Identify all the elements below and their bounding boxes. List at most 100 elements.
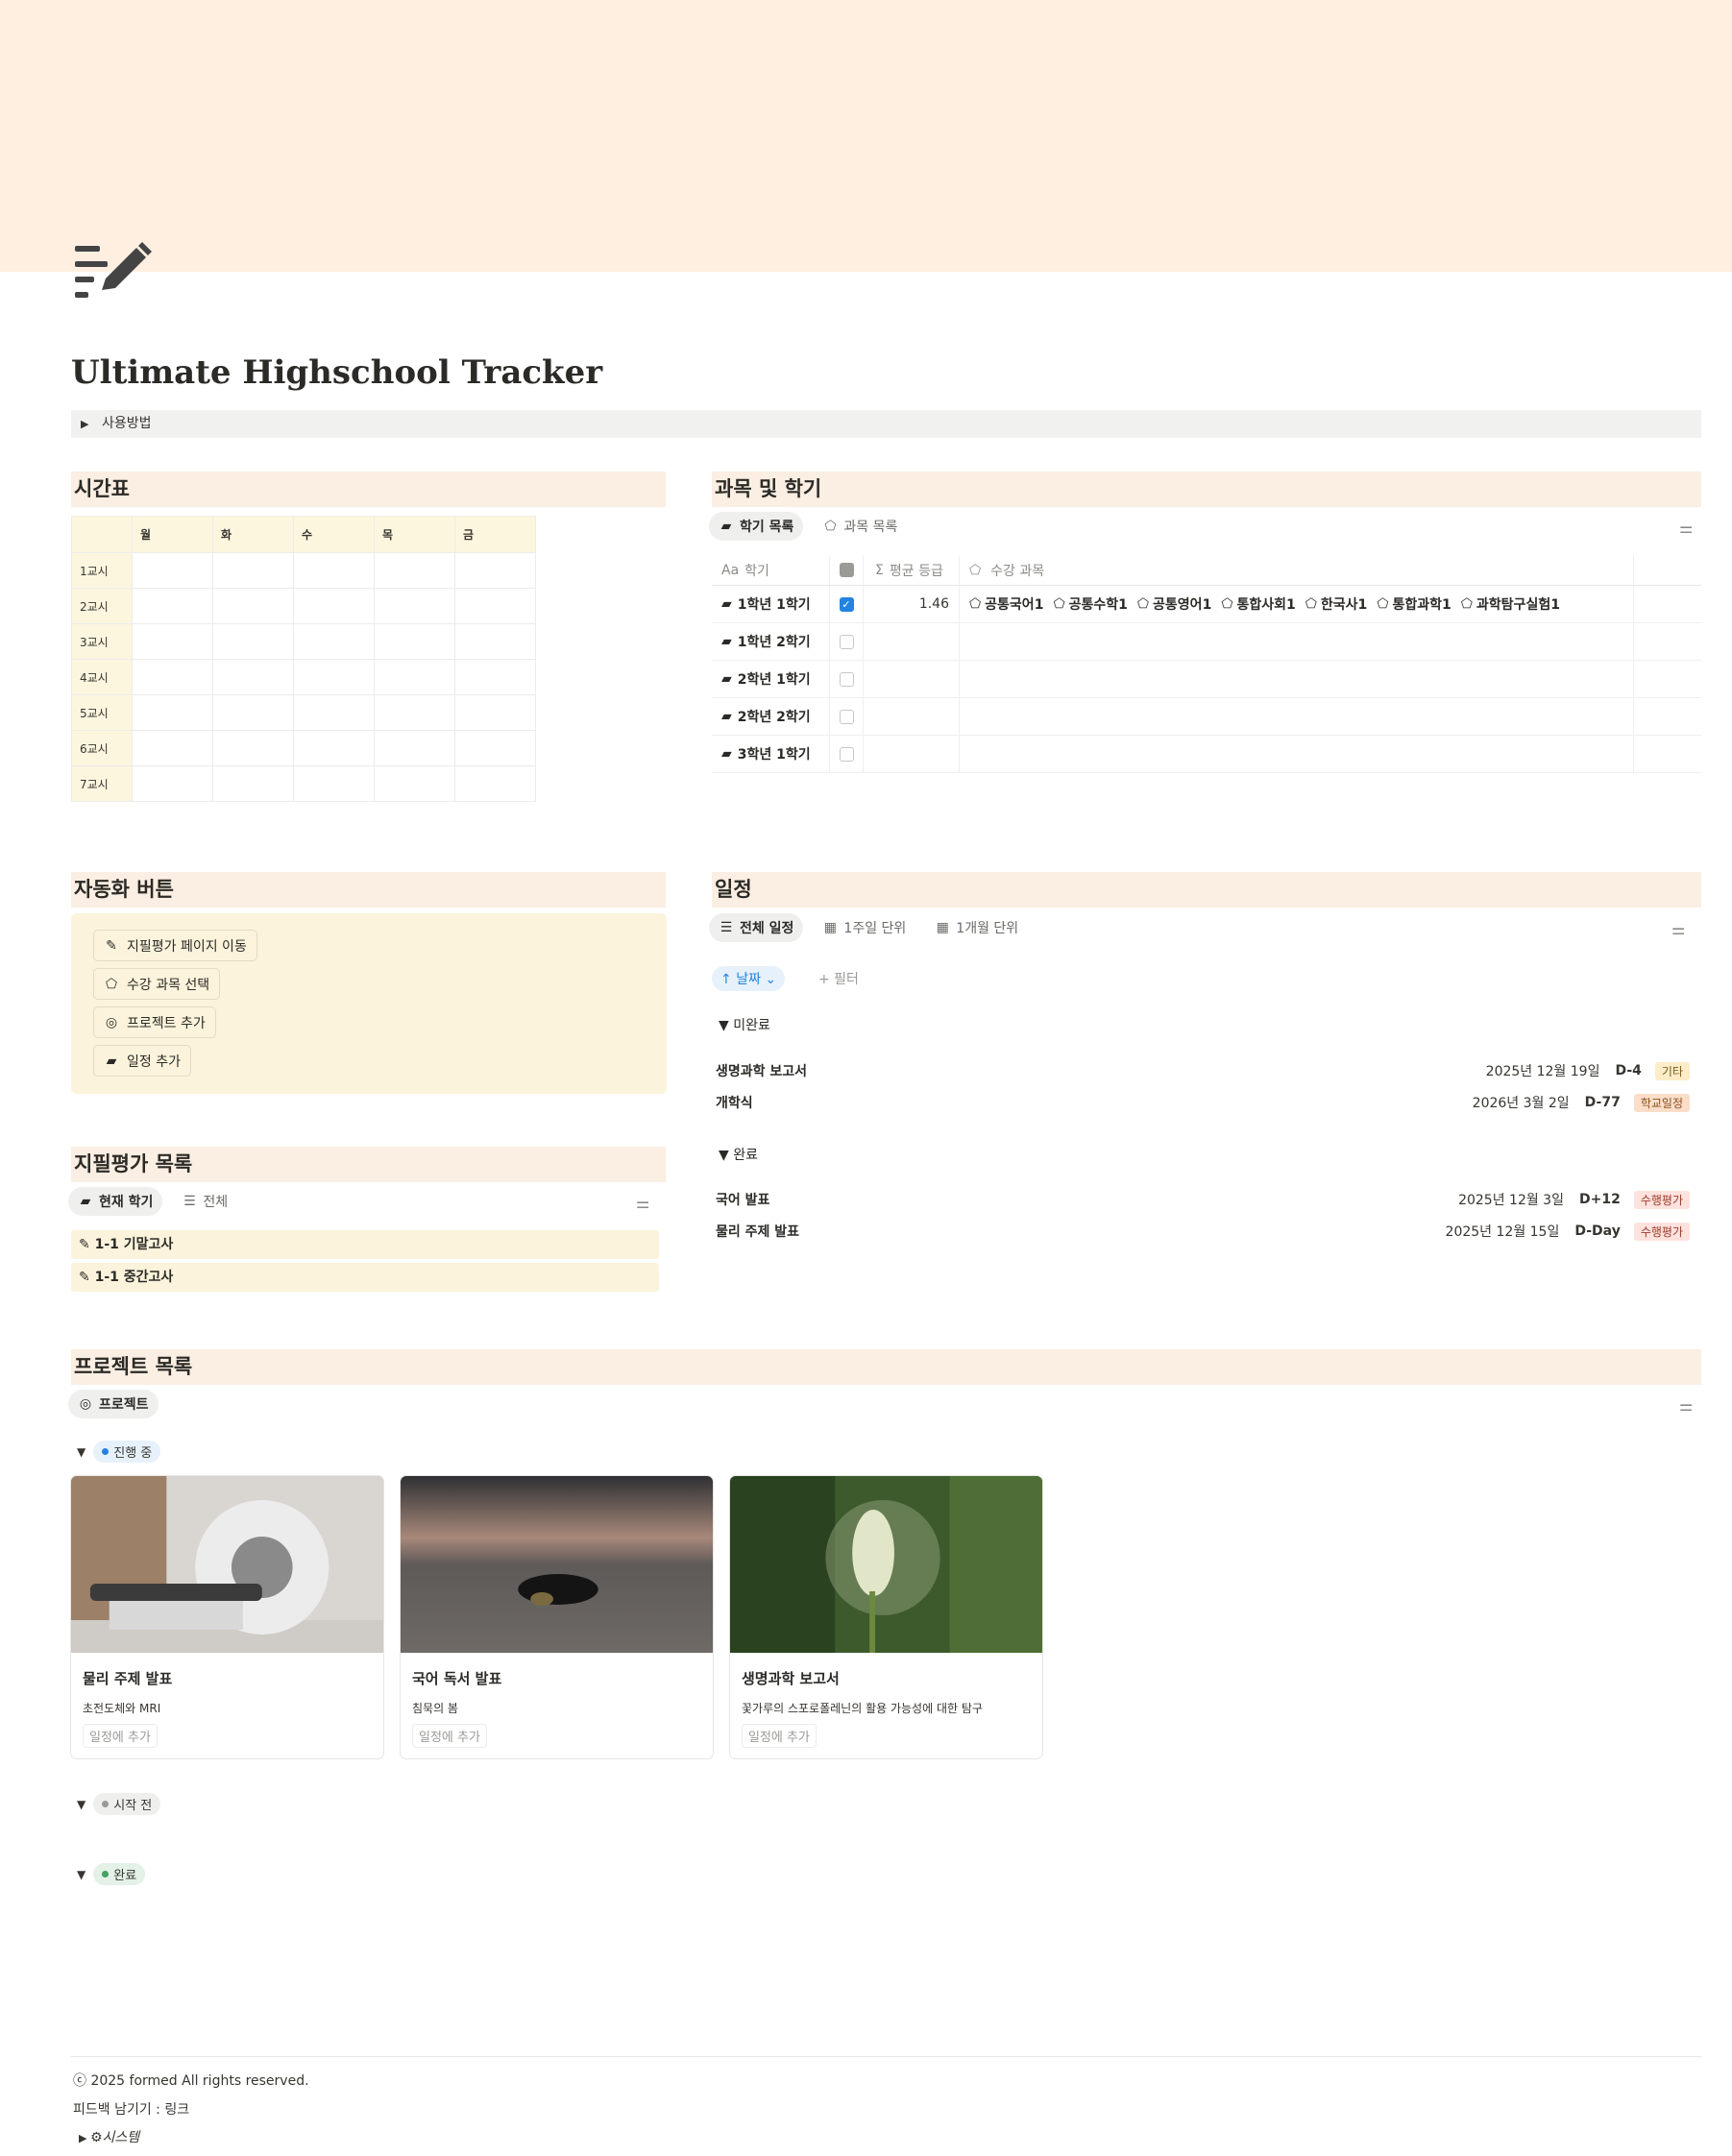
tab-subject-list[interactable]: ⬠ 과목 목록: [813, 512, 907, 541]
table-row[interactable]: ▰ 1학년 2학기: [712, 623, 1701, 661]
semester-cell[interactable]: ▰ 1학년 1학기: [712, 586, 830, 622]
timetable-cell[interactable]: [132, 694, 213, 731]
timetable-cell[interactable]: [454, 694, 536, 731]
subject-chip[interactable]: ⬠ 통합과학1: [1377, 594, 1451, 614]
sort-by-date-button[interactable]: ↑ 날짜 ⌄: [712, 966, 786, 991]
group-toggle-in-progress[interactable]: ▼ 진행 중: [77, 1441, 161, 1463]
system-toggle[interactable]: ▶ ⚙시스템: [79, 2127, 139, 2146]
table-row[interactable]: ▰ 2학년 2학기: [712, 698, 1701, 736]
subject-chip[interactable]: ⬠ 공통국어1: [969, 594, 1043, 614]
tab-semester-list[interactable]: ▰ 학기 목록: [709, 512, 804, 541]
table-row[interactable]: ▰ 2학년 1학기: [712, 661, 1701, 698]
checkbox-cell[interactable]: [830, 661, 864, 697]
timetable-cell[interactable]: [212, 588, 294, 624]
timetable-cell[interactable]: [374, 552, 455, 589]
subjects-cell[interactable]: ⬠ 공통국어1 ⬠ 공통수학1 ⬠ 공통영어1 ⬠ 통합사회1 ⬠ 한국사1 ⬠ 통합과학1 ⬠ 과학탐구…: [960, 586, 1634, 622]
semester-cell[interactable]: ▰ 3학년 1학기: [712, 736, 830, 772]
timetable-cell[interactable]: [293, 552, 375, 589]
timetable-cell[interactable]: [212, 694, 294, 731]
timetable-cell[interactable]: [212, 730, 294, 766]
average-grade-cell[interactable]: 1.46: [864, 586, 960, 622]
timetable-cell[interactable]: [454, 623, 536, 660]
schedule-row[interactable]: 개학식 2026년 3월 2일 D-77 학교일정: [716, 1088, 1690, 1117]
group-toggle-not-started[interactable]: ▼ 시작 전: [77, 1793, 161, 1815]
timetable-cell[interactable]: [374, 765, 455, 802]
tab-monthly[interactable]: ▦ 1개월 단위: [925, 913, 1028, 942]
group-toggle-complete[interactable]: ▼ 완료: [719, 1145, 758, 1164]
timetable-cell[interactable]: [293, 694, 375, 731]
average-grade-cell[interactable]: [864, 661, 960, 697]
add-to-schedule-button[interactable]: 일정에 추가: [412, 1724, 487, 1748]
semester-cell[interactable]: ▰ 1학년 2학기: [712, 623, 830, 660]
view-settings-icon[interactable]: ⚌: [1671, 920, 1685, 938]
tab-weekly[interactable]: ▦ 1주일 단위: [813, 913, 915, 942]
semester-cell[interactable]: ▰ 2학년 1학기: [712, 661, 830, 697]
tab-all[interactable]: ☰ 전체: [172, 1187, 237, 1216]
view-settings-icon[interactable]: ⚌: [636, 1194, 649, 1212]
group-toggle-done[interactable]: ▼ 완료: [77, 1863, 146, 1885]
timetable-cell[interactable]: [454, 552, 536, 589]
average-grade-cell[interactable]: [864, 736, 960, 772]
table-row[interactable]: ▰ 1학년 1학기 ✓ 1.46 ⬠ 공통국어1 ⬠ 공통수학1 ⬠ 공통영어1 ⬠ 통합사회1 ⬠ 한국…: [712, 586, 1701, 623]
checkbox[interactable]: [839, 671, 854, 687]
timetable-cell[interactable]: [293, 659, 375, 695]
checkbox-cell[interactable]: [830, 736, 864, 772]
go-exam-page-button[interactable]: ✎ 지필평가 페이지 이동: [93, 930, 257, 961]
checked-checkbox[interactable]: ✓: [839, 596, 854, 612]
timetable-cell[interactable]: [374, 588, 455, 624]
subject-chip[interactable]: ⬠ 통합사회1: [1221, 594, 1295, 614]
add-project-button[interactable]: ◎ 프로젝트 추가: [93, 1006, 216, 1038]
timetable-cell[interactable]: [212, 659, 294, 695]
subject-chip[interactable]: ⬠ 한국사1: [1305, 594, 1368, 614]
timetable-cell[interactable]: [454, 659, 536, 695]
timetable-cell[interactable]: [293, 623, 375, 660]
subject-chip[interactable]: ⬠ 공통영어1: [1137, 594, 1211, 614]
checkbox[interactable]: [839, 746, 854, 762]
timetable-cell[interactable]: [132, 659, 213, 695]
view-settings-icon[interactable]: ⚌: [1679, 1396, 1693, 1415]
column-header[interactable]: Σ 평균 등급: [864, 555, 960, 585]
checkbox[interactable]: [839, 634, 854, 649]
timetable-cell[interactable]: [132, 552, 213, 589]
subjects-cell[interactable]: [960, 661, 1634, 697]
add-schedule-button[interactable]: ▰ 일정 추가: [93, 1045, 191, 1077]
column-header[interactable]: ⬠ 수강 과목: [960, 555, 1634, 585]
checkbox[interactable]: [839, 709, 854, 724]
timetable-cell[interactable]: [212, 765, 294, 802]
checkbox-column-header[interactable]: [830, 555, 864, 585]
timetable-cell[interactable]: [132, 588, 213, 624]
add-to-schedule-button[interactable]: 일정에 추가: [742, 1724, 817, 1748]
timetable-cell[interactable]: [374, 623, 455, 660]
subjects-cell[interactable]: [960, 736, 1634, 772]
tab-all-schedule[interactable]: ☰ 전체 일정: [709, 913, 804, 942]
schedule-row[interactable]: 생명과학 보고서 2025년 12월 19일 D-4 기타: [716, 1056, 1690, 1085]
group-toggle-incomplete[interactable]: ▼ 미완료: [719, 1015, 770, 1034]
usage-toggle[interactable]: ▶ 사용방법: [71, 410, 1701, 438]
subjects-cell[interactable]: [960, 623, 1634, 660]
feedback-link[interactable]: 피드백 남기기 : 링크: [73, 2099, 189, 2119]
timetable-cell[interactable]: [454, 765, 536, 802]
view-settings-icon[interactable]: ⚌: [1679, 519, 1693, 537]
notes-pen-icon[interactable]: [73, 240, 154, 302]
timetable-cell[interactable]: [293, 765, 375, 802]
timetable-cell[interactable]: [293, 730, 375, 766]
checkbox-cell[interactable]: [830, 698, 864, 735]
schedule-row[interactable]: 국어 발표 2025년 12월 3일 D+12 수행평가: [716, 1185, 1690, 1214]
project-card[interactable]: 물리 주제 발표 초전도체와 MRI 일정에 추가: [70, 1475, 384, 1759]
table-row[interactable]: ▰ 3학년 1학기: [712, 736, 1701, 773]
subject-chip[interactable]: ⬠ 과학탐구실험1: [1461, 594, 1560, 614]
timetable-cell[interactable]: [374, 694, 455, 731]
timetable-cell[interactable]: [132, 623, 213, 660]
checkbox-cell[interactable]: [830, 623, 864, 660]
timetable-cell[interactable]: [374, 730, 455, 766]
exam-item[interactable]: ✎ 1-1 중간고사: [71, 1263, 659, 1292]
tab-projects[interactable]: ◎ 프로젝트: [68, 1390, 159, 1418]
timetable-cell[interactable]: [212, 552, 294, 589]
subject-chip[interactable]: ⬠ 공통수학1: [1053, 594, 1127, 614]
checkbox-cell[interactable]: ✓: [830, 586, 864, 622]
average-grade-cell[interactable]: [864, 623, 960, 660]
project-card[interactable]: 생명과학 보고서 꽃가루의 스포로폴레닌의 활용 가능성에 대한 탐구 일정에 …: [729, 1475, 1043, 1759]
timetable-cell[interactable]: [212, 623, 294, 660]
timetable-cell[interactable]: [293, 588, 375, 624]
timetable-cell[interactable]: [132, 765, 213, 802]
